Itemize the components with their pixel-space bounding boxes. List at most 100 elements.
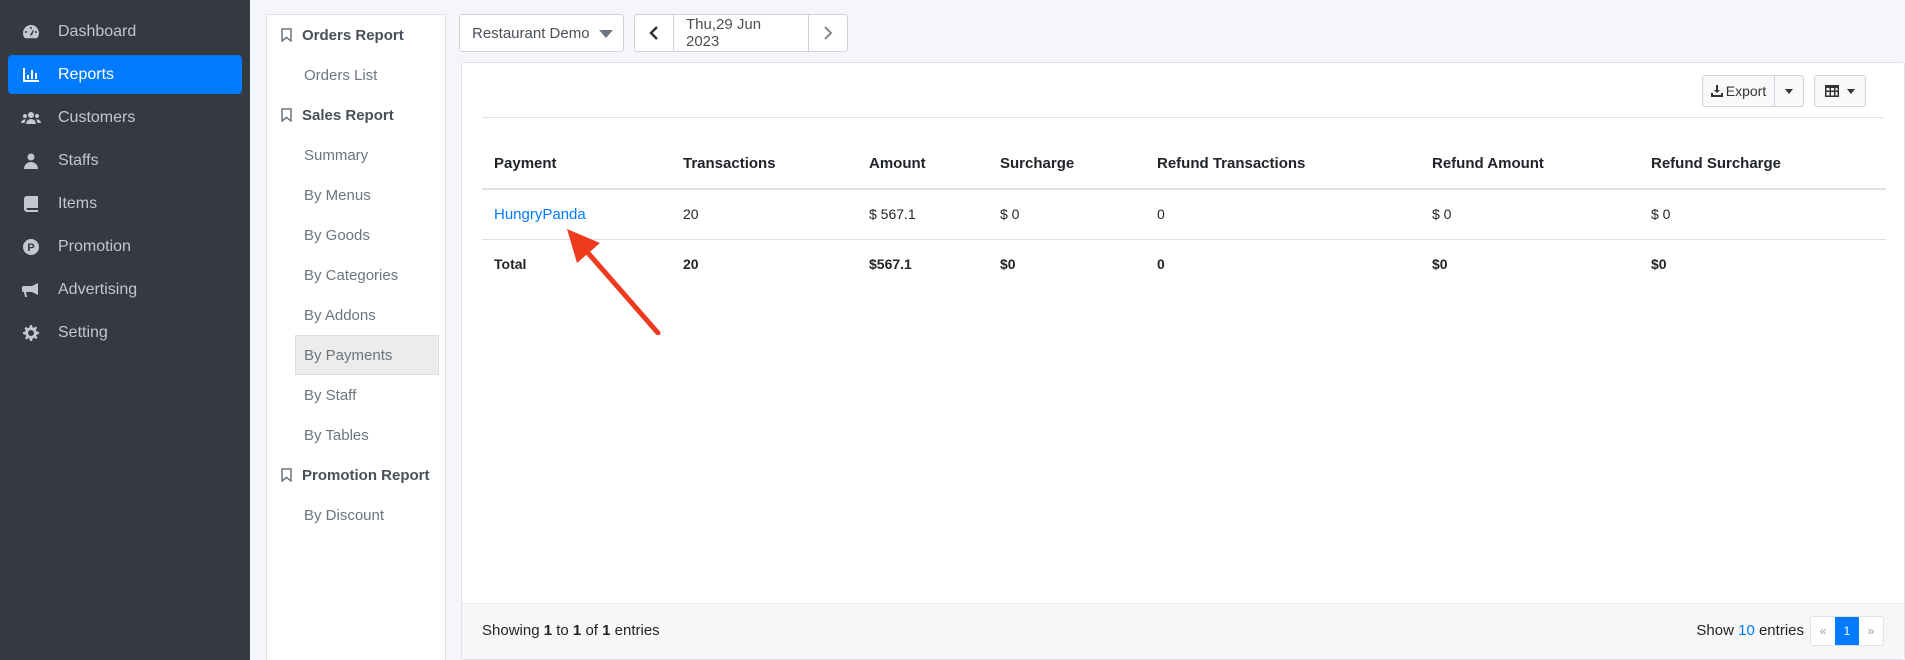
promotion-report-label: Promotion Report	[302, 466, 430, 484]
header-refund-amount[interactable]: Refund Amount	[1420, 139, 1639, 190]
nav-promotion[interactable]: P Promotion	[8, 227, 242, 266]
submenu-by-goods[interactable]: By Goods	[267, 215, 439, 255]
total-surcharge: $0	[1000, 256, 1016, 273]
header-payment[interactable]: Payment	[482, 139, 671, 190]
nav-dashboard[interactable]: Dashboard	[8, 12, 242, 51]
header-amount[interactable]: Amount	[857, 139, 988, 190]
table-header-row: Payment Transactions Amount Surcharge Re…	[482, 139, 1886, 190]
nav-dashboard-label: Dashboard	[58, 22, 137, 40]
nav-promotion-label: Promotion	[58, 237, 131, 255]
book-icon	[20, 195, 42, 213]
date-navigator: Thu,29 Jun 2023	[634, 14, 848, 52]
header-refund-transactions[interactable]: Refund Transactions	[1145, 139, 1420, 190]
nav-reports-label: Reports	[58, 65, 115, 83]
submenu-by-categories[interactable]: By Categories	[267, 255, 439, 295]
cell-refund-surcharge: $ 0	[1639, 189, 1886, 240]
cell-refund-amount: $ 0	[1420, 189, 1639, 240]
product-p-icon: P	[20, 238, 42, 256]
showing-entries-word: entries	[614, 622, 660, 639]
prev-date-button[interactable]	[635, 15, 673, 51]
total-amount: $567.1	[869, 256, 912, 273]
promotion-report-group: Promotion Report	[267, 455, 445, 495]
submenu-by-menus[interactable]: By Menus	[267, 175, 439, 215]
total-transactions: 20	[683, 256, 699, 273]
chevron-left-icon	[649, 26, 658, 40]
sales-report-group: Sales Report	[267, 95, 445, 135]
header-refund-surcharge[interactable]: Refund Surcharge	[1639, 139, 1886, 190]
total-row: Total 20 $567.1 $0 0 $0 $0	[482, 239, 1886, 289]
show-label: Show	[1696, 622, 1734, 639]
nav-reports[interactable]: Reports	[8, 55, 242, 94]
columns-toggle-button[interactable]	[1814, 75, 1866, 107]
page-size-selector: Show 10 entries	[1696, 622, 1804, 639]
caret-down-icon	[1847, 88, 1855, 94]
nav-items-label: Items	[58, 194, 98, 212]
table-row: HungryPanda 20 $ 567.1 $ 0 0 $ 0 $ 0	[482, 189, 1886, 240]
table-footer: Showing 1 to 1 of 1 entries Show 10 entr…	[462, 603, 1904, 659]
cell-amount: $ 567.1	[857, 189, 988, 240]
toolbar-divider	[482, 117, 1884, 118]
chevron-right-icon	[824, 26, 833, 40]
nav-customers[interactable]: Customers	[8, 98, 242, 137]
export-label: Export	[1725, 83, 1767, 99]
export-button[interactable]: Export	[1703, 76, 1775, 106]
pagination-next[interactable]: »	[1859, 617, 1883, 645]
svg-text:P: P	[27, 242, 34, 254]
bar-chart-icon	[20, 66, 42, 84]
nav-setting[interactable]: Setting	[8, 313, 242, 352]
total-refund-transactions: 0	[1157, 256, 1165, 273]
dashboard-icon	[20, 23, 42, 41]
nav-staffs[interactable]: Staffs	[8, 141, 242, 180]
submenu-by-addons[interactable]: By Addons	[267, 295, 439, 335]
showing-prefix: Showing	[482, 622, 540, 639]
bookmark-icon	[281, 468, 292, 482]
cell-surcharge: $ 0	[988, 189, 1145, 240]
nav-advertising-label: Advertising	[58, 280, 138, 298]
payments-table: Payment Transactions Amount Surcharge Re…	[482, 139, 1886, 289]
cell-refund-transactions: 0	[1145, 189, 1420, 240]
orders-report-label: Orders Report	[302, 26, 404, 44]
showing-total: 1	[602, 622, 611, 639]
total-refund-amount: $0	[1432, 256, 1448, 273]
store-select[interactable]: Restaurant Demo	[459, 14, 624, 52]
pagination-page[interactable]: 1	[1835, 617, 1859, 645]
total-refund-surcharge: $0	[1651, 256, 1667, 273]
export-dropdown-toggle[interactable]	[1775, 76, 1803, 106]
nav-items[interactable]: Items	[8, 184, 242, 223]
nav-advertising[interactable]: Advertising	[8, 270, 242, 309]
submenu-summary[interactable]: Summary	[267, 135, 439, 175]
showing-to-word: to	[556, 622, 569, 639]
cell-transactions: 20	[671, 189, 857, 240]
user-tie-icon	[20, 152, 42, 170]
bookmark-icon	[281, 28, 292, 42]
payment-link[interactable]: HungryPanda	[494, 206, 586, 223]
sales-report-label: Sales Report	[302, 106, 394, 124]
download-icon	[1710, 85, 1723, 97]
export-button-group: Export	[1702, 75, 1804, 107]
pagination-prev[interactable]: «	[1811, 617, 1835, 645]
orders-report-group: Orders Report	[267, 15, 445, 55]
submenu-by-discount[interactable]: By Discount	[267, 495, 439, 535]
submenu-by-payments[interactable]: By Payments	[295, 335, 439, 375]
next-date-button[interactable]	[809, 15, 847, 51]
showing-of-word: of	[585, 622, 598, 639]
date-display[interactable]: Thu,29 Jun 2023	[673, 15, 809, 51]
submenu-by-tables[interactable]: By Tables	[267, 415, 439, 455]
nav-setting-label: Setting	[58, 323, 108, 341]
bullhorn-icon	[20, 281, 42, 299]
page-size-value[interactable]: 10	[1738, 622, 1755, 639]
annotation-arrow-icon	[567, 229, 661, 335]
caret-down-icon	[1785, 88, 1793, 94]
table-tools: Export	[1702, 75, 1866, 107]
pagination: « 1 »	[1810, 616, 1884, 646]
header-transactions[interactable]: Transactions	[671, 139, 857, 190]
submenu-orders-list[interactable]: Orders List	[267, 55, 439, 95]
showing-to: 1	[572, 622, 582, 639]
header-surcharge[interactable]: Surcharge	[988, 139, 1145, 190]
caret-down-icon	[599, 30, 613, 38]
columns-toggle-inner	[1815, 76, 1865, 106]
report-card: Export Payment Transactions Amount Surch…	[461, 62, 1905, 660]
submenu-by-staff[interactable]: By Staff	[267, 375, 439, 415]
showing-from: 1	[543, 622, 553, 639]
gear-icon	[20, 324, 42, 342]
